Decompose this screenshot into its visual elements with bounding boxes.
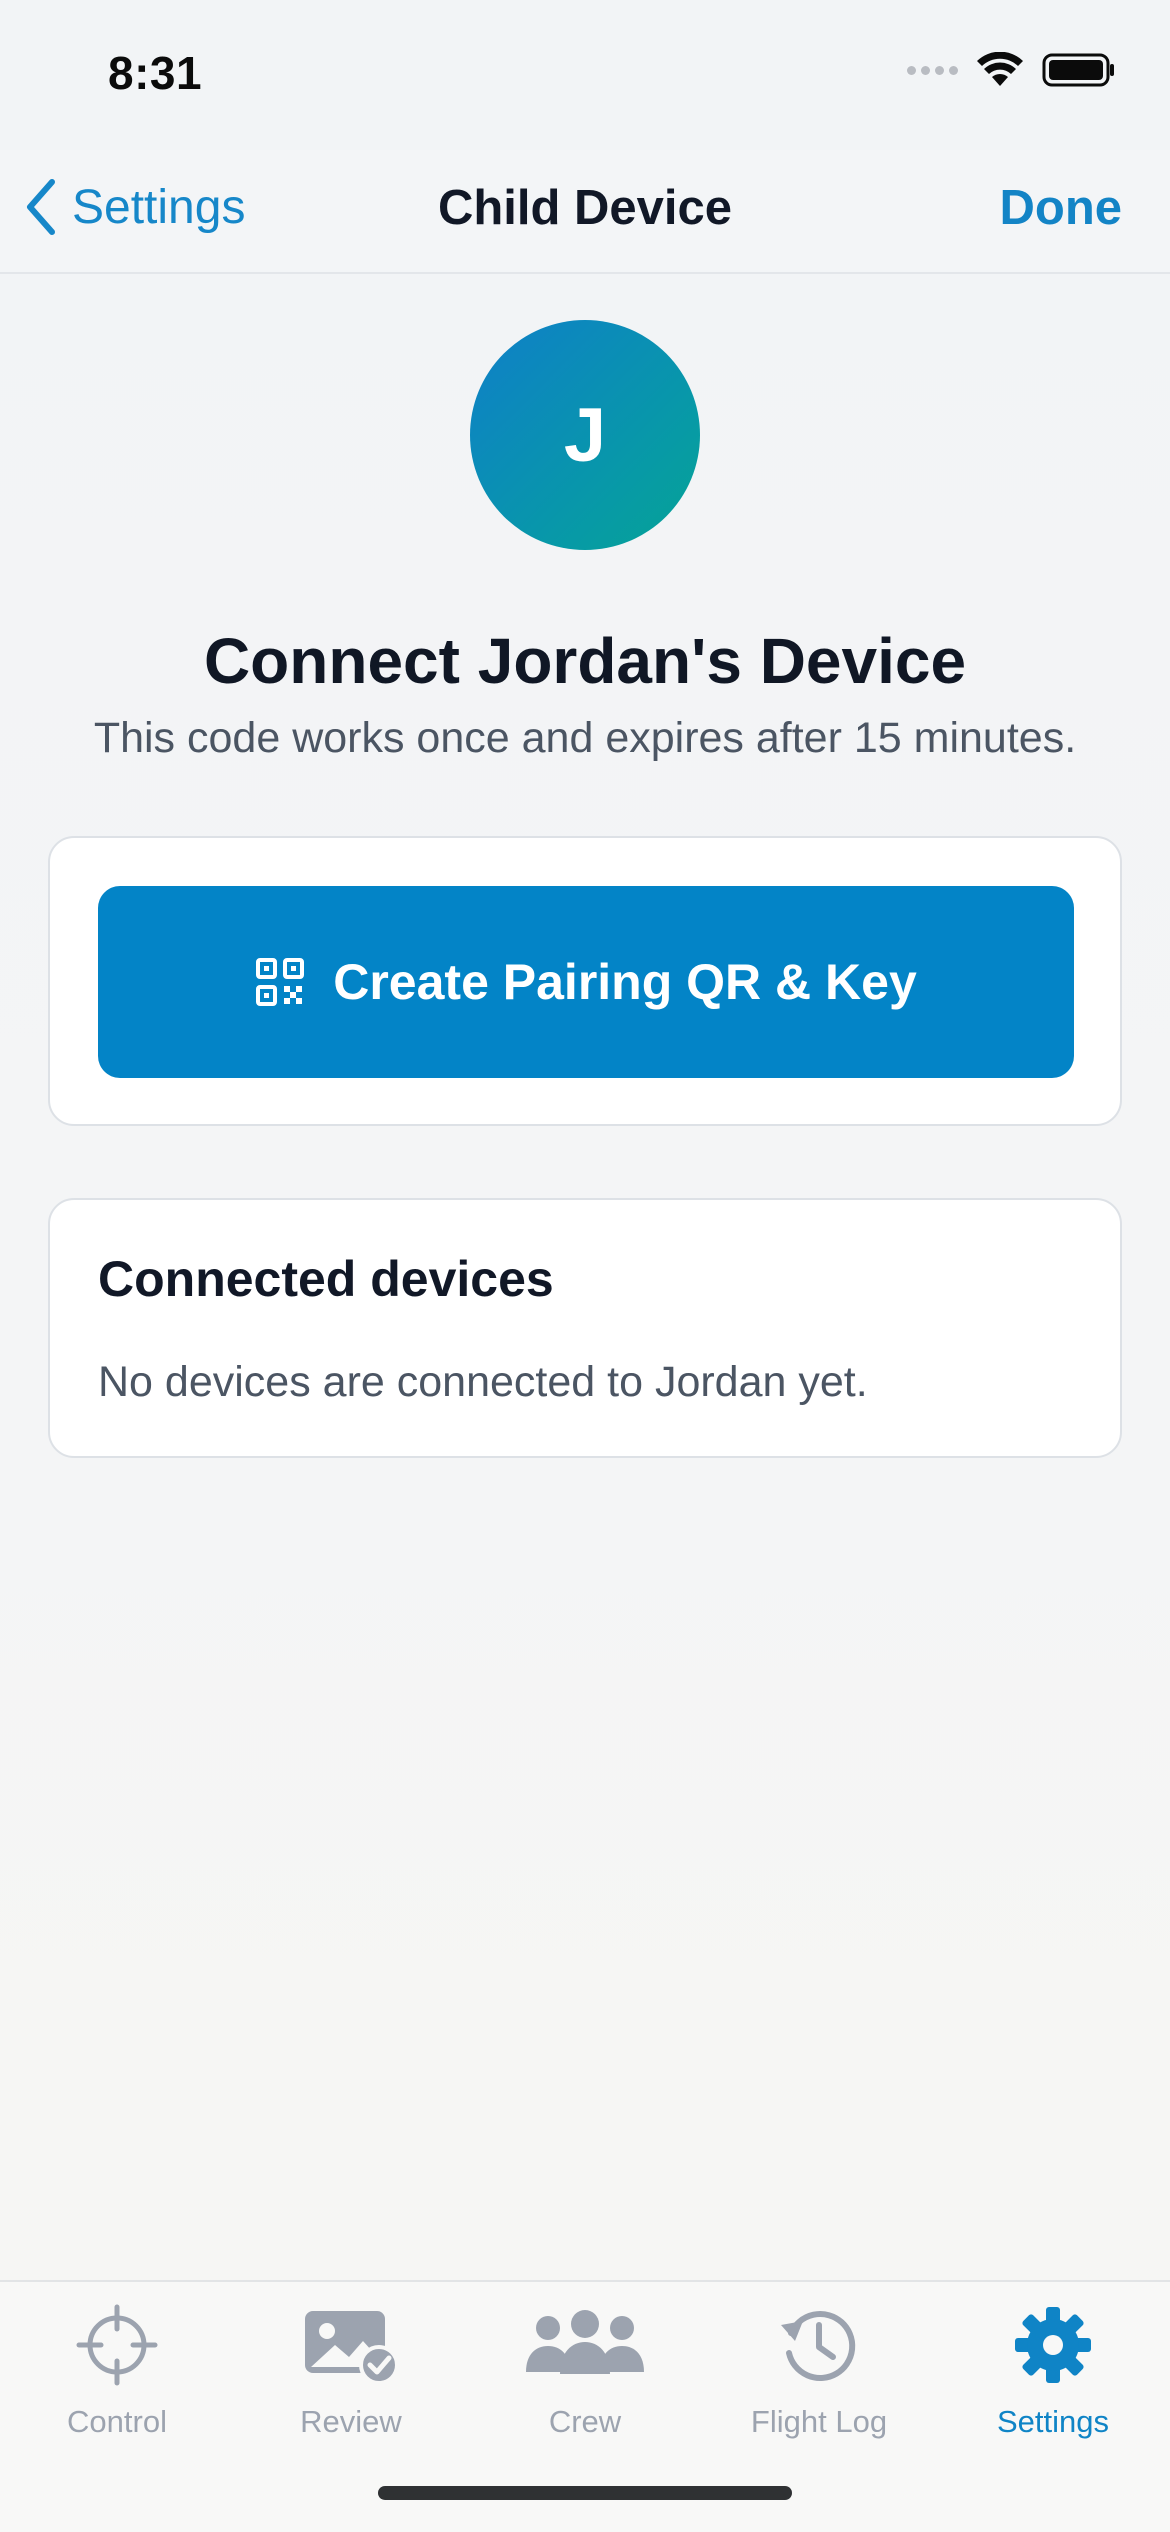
connected-devices-title: Connected devices [98, 1251, 554, 1307]
done-button[interactable]: Done [1000, 180, 1123, 236]
status-time: 8:31 [108, 47, 203, 99]
status-bar: 8:31 [0, 0, 1170, 150]
tab-control-label: Control [67, 2404, 167, 2439]
photo-check-icon [305, 2311, 399, 2385]
code-expiry-subtitle: This code works once and expires after 1… [93, 714, 1077, 762]
tab-flight-log-label: Flight Log [750, 2404, 888, 2439]
create-pairing-button[interactable]: Create Pairing QR & Key [98, 886, 1074, 1078]
page-title: Child Device [437, 181, 733, 235]
gear-icon [1015, 2307, 1091, 2383]
tab-review-label: Review [300, 2404, 402, 2439]
tab-crew[interactable]: Crew [468, 2300, 702, 2440]
connect-heading: Connect Jordan's Device [203, 625, 967, 697]
people-icon [526, 2310, 644, 2374]
qr-code-icon [256, 958, 305, 1006]
create-pairing-button-label: Create Pairing QR & Key [333, 954, 917, 1010]
cellular-signal-icon [907, 65, 958, 75]
navigation-bar: Settings Child Device Done [0, 150, 1170, 274]
connected-devices-card: Connected devices No devices are connect… [48, 1198, 1122, 1458]
tab-crew-label: Crew [548, 2404, 622, 2439]
crosshair-icon [76, 2304, 158, 2386]
status-icons [907, 52, 1116, 88]
tab-flight-log[interactable]: Flight Log [702, 2300, 936, 2440]
tab-settings-label: Settings [996, 2404, 1109, 2439]
tab-settings[interactable]: Settings [936, 2300, 1170, 2440]
pairing-card: Create Pairing QR & Key [48, 836, 1122, 1126]
no-devices-message: No devices are connected to Jordan yet. [98, 1358, 868, 1406]
tab-review[interactable]: Review [234, 2300, 468, 2440]
wifi-icon [977, 52, 1023, 86]
tab-control[interactable]: Control [0, 2300, 234, 2440]
home-indicator [378, 2486, 792, 2500]
history-clock-icon [781, 2311, 856, 2381]
avatar: J [470, 320, 700, 550]
battery-icon [1042, 53, 1114, 87]
